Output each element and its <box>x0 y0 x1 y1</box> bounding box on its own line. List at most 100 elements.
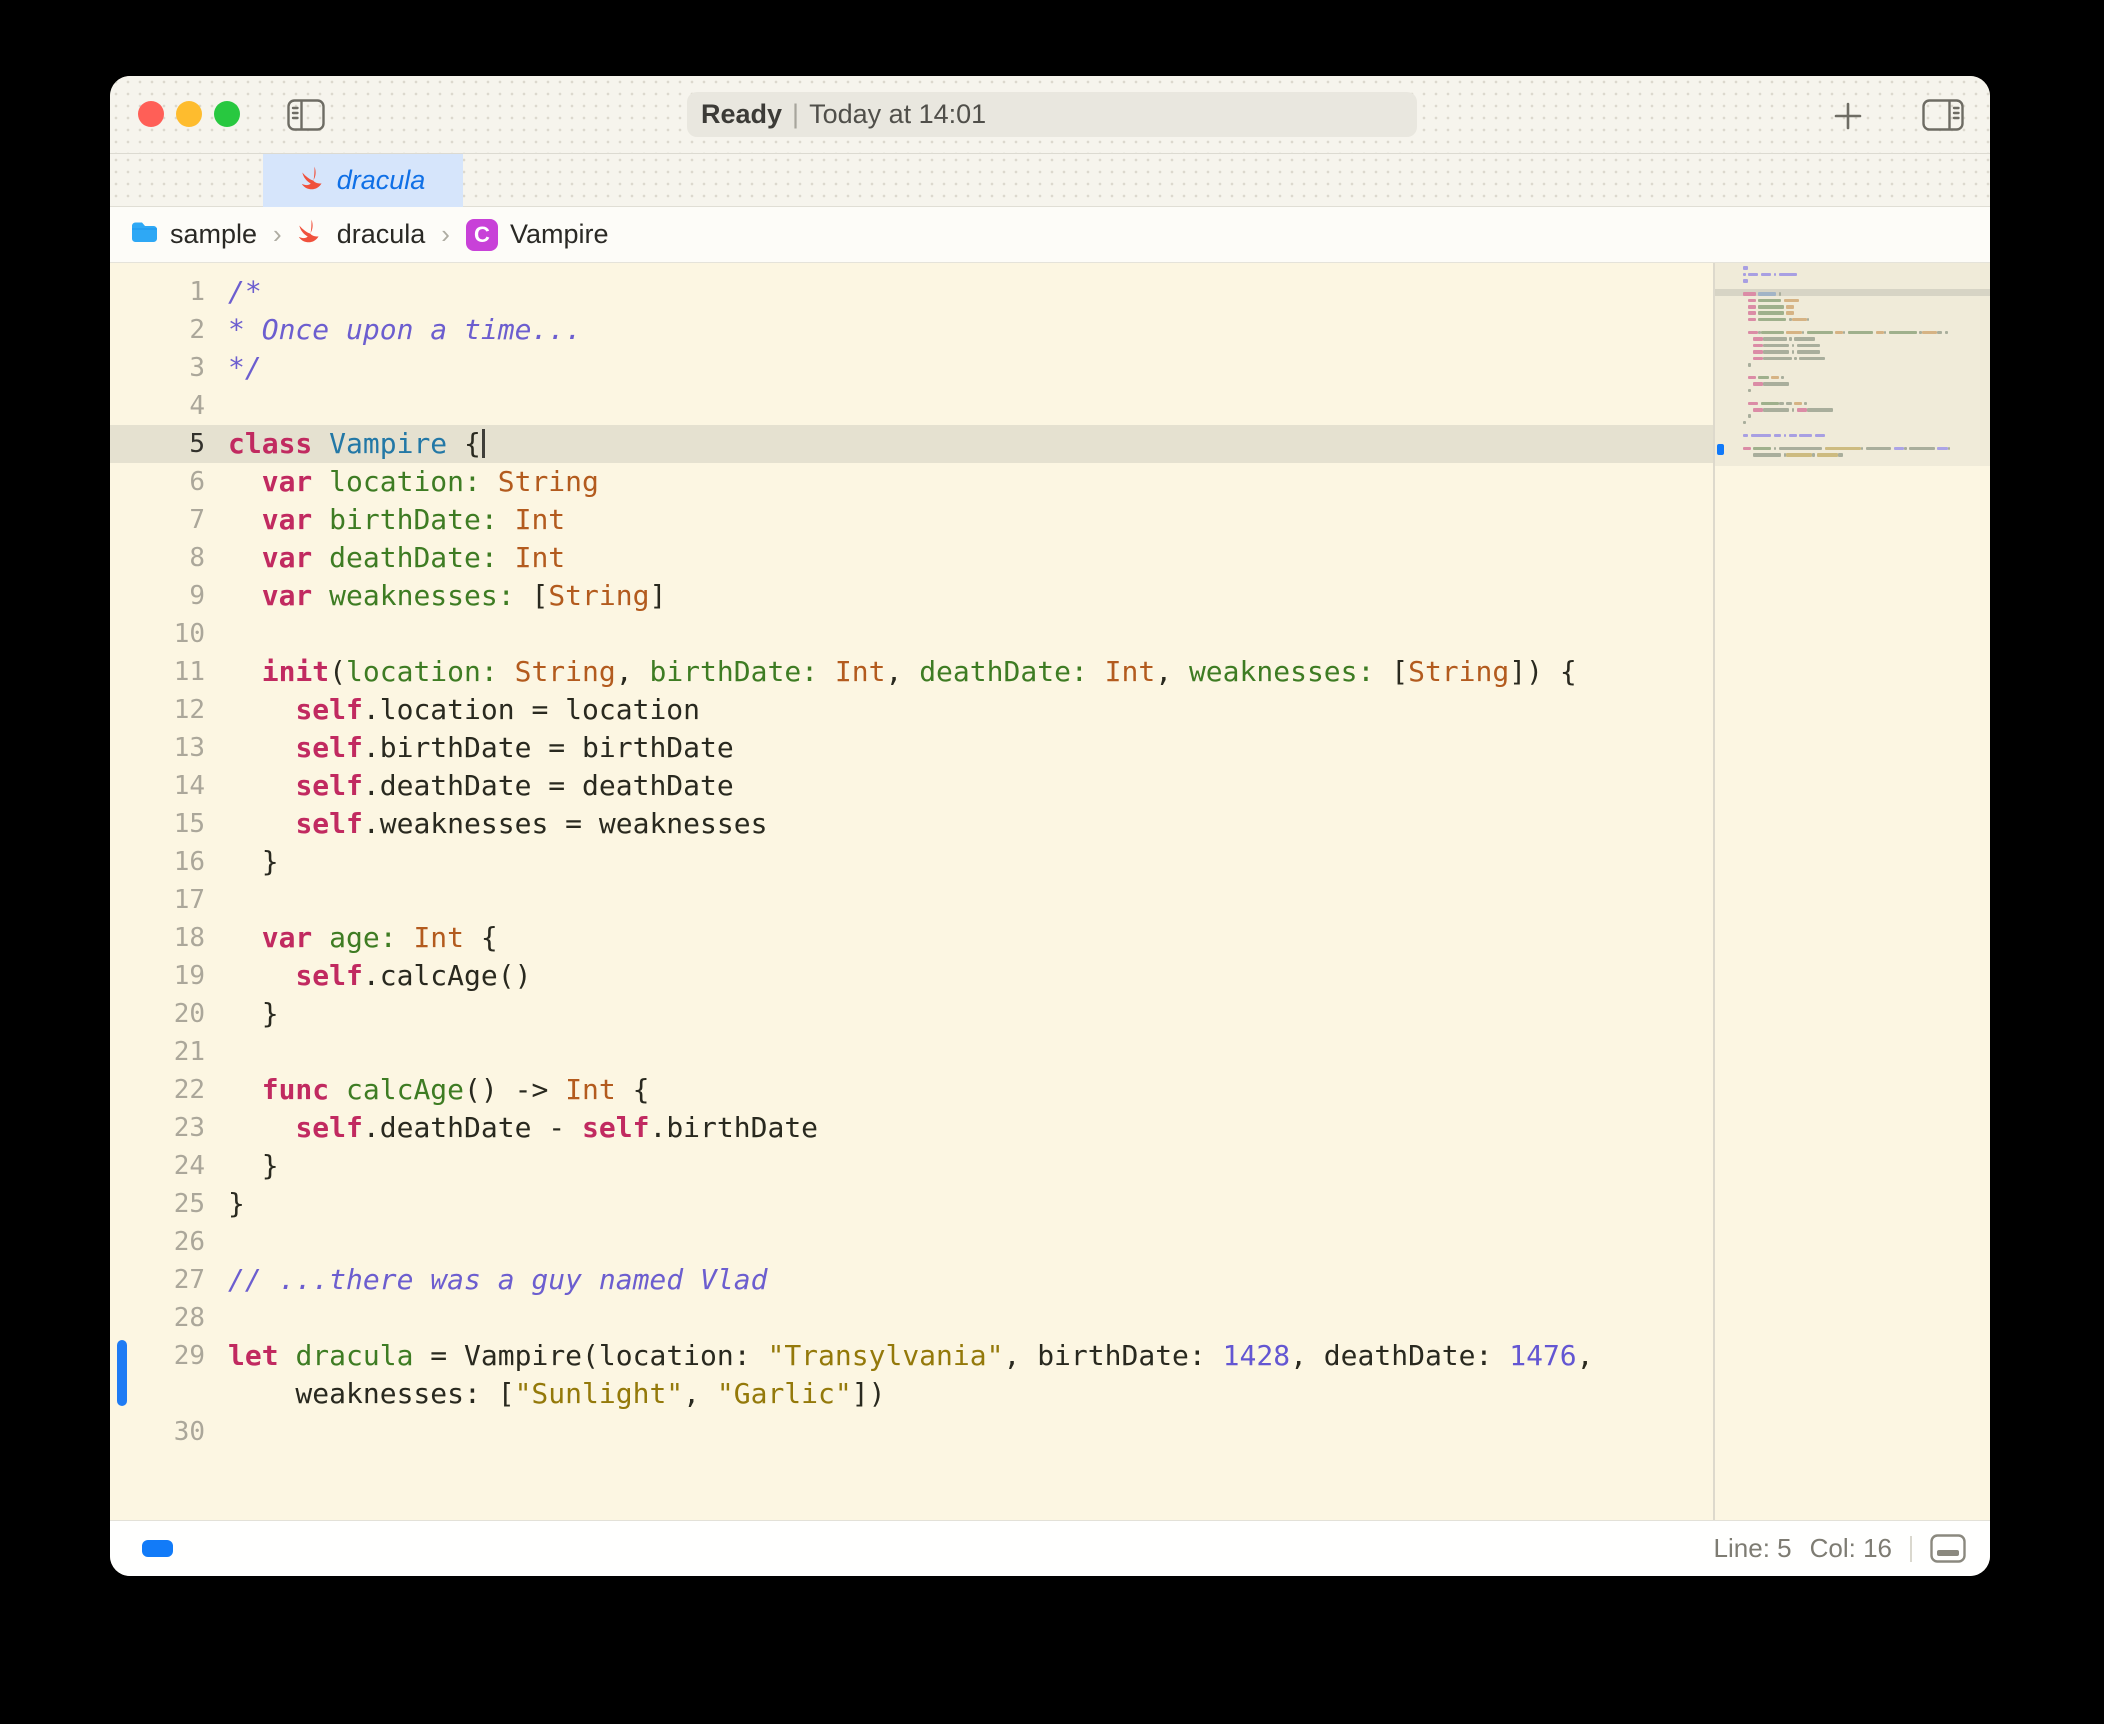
line-number[interactable]: 6 <box>110 463 205 501</box>
line-number[interactable]: 12 <box>110 691 205 729</box>
code-line[interactable]: weaknesses: ["Sunlight", "Garlic"]) <box>110 1375 1713 1413</box>
line-number[interactable]: 23 <box>110 1109 205 1147</box>
code-text: self.deathDate - self.birthDate <box>228 1111 818 1144</box>
code-line[interactable]: 1 /* <box>110 273 1713 311</box>
line-number[interactable]: 5 <box>110 425 205 463</box>
line-number[interactable]: 1 <box>110 273 205 311</box>
breadcrumb-label: Vampire <box>510 219 609 250</box>
line-number[interactable]: 4 <box>110 387 205 425</box>
code-line[interactable]: 29let dracula = Vampire(location: "Trans… <box>110 1337 1713 1375</box>
code-line[interactable]: 16 } <box>110 843 1713 881</box>
code-text: self.weaknesses = weaknesses <box>228 807 767 840</box>
code-line[interactable]: 27 // ...there was a guy named Vlad <box>110 1261 1713 1299</box>
line-number[interactable]: 27 <box>110 1261 205 1299</box>
line-number[interactable]: 15 <box>110 805 205 843</box>
line-number[interactable]: 2 <box>110 311 205 349</box>
line-number[interactable]: 20 <box>110 995 205 1033</box>
breadcrumb-label: sample <box>170 219 257 250</box>
chevron-right-icon: › <box>441 219 450 250</box>
code-line[interactable]: 2* Once upon a time... <box>110 311 1713 349</box>
code-text: /* <box>228 275 262 308</box>
code-line[interactable]: 23 self.deathDate - self.birthDate <box>110 1109 1713 1147</box>
minimap[interactable] <box>1715 263 1990 466</box>
line-number[interactable]: 16 <box>110 843 205 881</box>
code-line[interactable]: 17 <box>110 881 1713 919</box>
line-number[interactable]: 3 <box>110 349 205 387</box>
line-number[interactable]: 10 <box>110 615 205 653</box>
line-number[interactable]: 30 <box>110 1413 205 1451</box>
breadcrumb-item-sample[interactable]: sample <box>131 219 257 250</box>
bottom-panel-toggle-icon[interactable] <box>1930 1534 1966 1563</box>
tab-label: dracula <box>337 165 426 196</box>
code-text: } <box>228 997 279 1030</box>
code-line[interactable]: 18 var age: Int { <box>110 919 1713 957</box>
breadcrumb-item-dracula[interactable]: dracula <box>298 219 426 251</box>
line-number[interactable]: 18 <box>110 919 205 957</box>
text-cursor <box>482 429 485 458</box>
line-number[interactable]: 9 <box>110 577 205 615</box>
line-number[interactable]: 24 <box>110 1147 205 1185</box>
code-lines[interactable]: 1 /*2* Once upon a time...3 */ 45 class Vamp… <box>110 263 1713 1520</box>
code-line[interactable]: 5 class Vampire { <box>110 425 1713 463</box>
code-line[interactable]: 26 <box>110 1223 1713 1261</box>
sidebar-toggle-icon[interactable] <box>287 99 325 131</box>
code-text: func calcAge() -> Int { <box>228 1073 649 1106</box>
code-text: } <box>228 1187 245 1220</box>
minimap-rows <box>1715 265 1990 465</box>
code-line[interactable]: 19 self.calcAge() <box>110 957 1713 995</box>
new-tab-button[interactable] <box>1832 100 1864 132</box>
line-number[interactable]: 7 <box>110 501 205 539</box>
code-line[interactable]: 6 var location: String <box>110 463 1713 501</box>
minimap-change-marker <box>1717 444 1724 455</box>
code-text: var location: String <box>228 465 599 498</box>
code-line[interactable]: 20 } <box>110 995 1713 1033</box>
line-number[interactable]: 26 <box>110 1223 205 1261</box>
tab-dracula[interactable]: dracula <box>263 154 463 207</box>
code-text: } <box>228 1149 279 1182</box>
status-ready-label: Ready <box>701 99 782 130</box>
code-line[interactable]: 11 init(location: String, birthDate: Int… <box>110 653 1713 691</box>
code-line[interactable]: 10 <box>110 615 1713 653</box>
line-number[interactable]: 19 <box>110 957 205 995</box>
editor-area: 1 /*2* Once upon a time...3 */ 45 class Vamp… <box>110 263 1990 1520</box>
code-line[interactable]: 14 self.deathDate = deathDate <box>110 767 1713 805</box>
breadcrumb-item-vampire[interactable]: C Vampire <box>466 219 609 251</box>
line-number[interactable]: 25 <box>110 1185 205 1223</box>
code-text: var birthDate: Int <box>228 503 565 536</box>
code-line[interactable]: 21 <box>110 1033 1713 1071</box>
line-number[interactable]: 22 <box>110 1071 205 1109</box>
run-indicator[interactable] <box>142 1540 173 1557</box>
code-line[interactable]: 28 <box>110 1299 1713 1337</box>
code-line[interactable]: 30 <box>110 1413 1713 1451</box>
code-line[interactable]: 7 var birthDate: Int <box>110 501 1713 539</box>
tab-bar: dracula <box>110 154 1990 207</box>
code-line[interactable]: 9 var weaknesses: [String] <box>110 577 1713 615</box>
code-text: // ...there was a guy named Vlad <box>228 1263 767 1296</box>
line-number[interactable]: 28 <box>110 1299 205 1337</box>
code-line[interactable]: 13 self.birthDate = birthDate <box>110 729 1713 767</box>
line-number[interactable]: 11 <box>110 653 205 691</box>
code-line[interactable]: 4 <box>110 387 1713 425</box>
line-number[interactable]: 17 <box>110 881 205 919</box>
minimize-button[interactable] <box>176 101 202 127</box>
code-line[interactable]: 15 self.weaknesses = weaknesses <box>110 805 1713 843</box>
code-text: self.location = location <box>228 693 700 726</box>
swift-icon <box>298 219 325 251</box>
status-bar: Line: 5 Col: 16 <box>110 1520 1990 1576</box>
line-number[interactable]: 13 <box>110 729 205 767</box>
code-line[interactable]: 22 func calcAge() -> Int { <box>110 1071 1713 1109</box>
line-number[interactable]: 14 <box>110 767 205 805</box>
code-line[interactable]: 25} <box>110 1185 1713 1223</box>
line-number[interactable]: 21 <box>110 1033 205 1071</box>
statusbar-separator <box>1910 1536 1912 1562</box>
code-line[interactable]: 8 var deathDate: Int <box>110 539 1713 577</box>
code-line[interactable]: 12 self.location = location <box>110 691 1713 729</box>
code-text: class Vampire { <box>228 427 485 460</box>
right-panel-toggle-icon[interactable] <box>1922 99 1964 131</box>
code-line[interactable]: 3 */ <box>110 349 1713 387</box>
zoom-button[interactable] <box>214 101 240 127</box>
line-number[interactable]: 8 <box>110 539 205 577</box>
close-button[interactable] <box>138 101 164 127</box>
code-line[interactable]: 24 } <box>110 1147 1713 1185</box>
code-text: */ <box>228 351 262 384</box>
